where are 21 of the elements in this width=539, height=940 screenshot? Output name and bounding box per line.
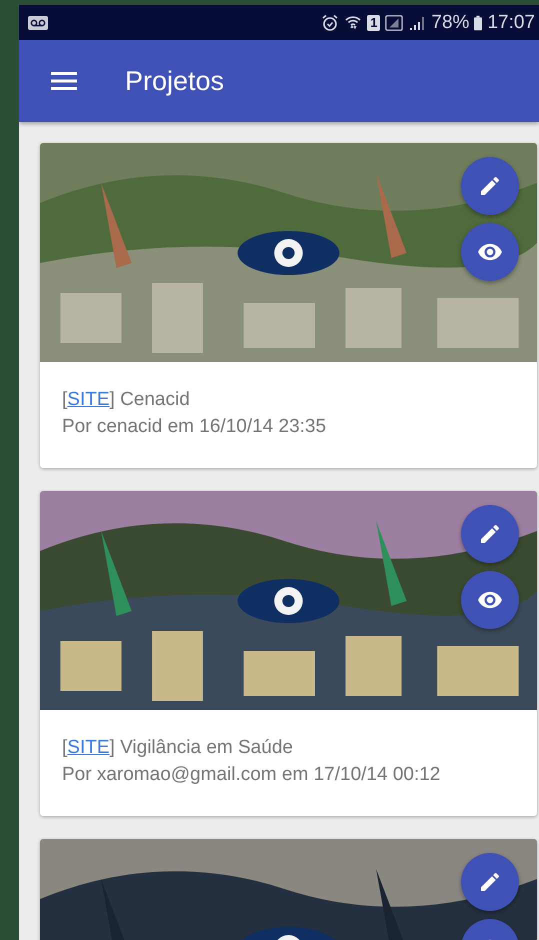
site-link[interactable]: SITE [67,737,110,758]
mobile-data-icon [385,14,404,32]
clock: 17:07 [487,12,535,34]
pencil-icon [478,522,502,546]
site-link[interactable]: SITE [67,389,110,410]
project-byline: Por xaromao@gmail.com em 17/10/14 00:12 [62,763,442,787]
battery-icon [474,14,482,32]
project-card[interactable]: [SITE] Cenacid Por cenacid em 16/10/14 23:35 [40,143,537,468]
project-title: [SITE] Cenacid [62,388,191,412]
alarm-icon [321,14,340,32]
pencil-icon [478,174,502,198]
wifi-icon [344,14,362,32]
project-card[interactable]: [SITE] Vigilância em Saúde Por xaromao@gmail.com em 17/10/14 00:12 [40,491,537,816]
project-title: [SITE] Vigilância em Saúde [62,736,294,760]
menu-icon[interactable] [51,72,77,90]
project-byline: Por cenacid em 16/10/14 23:35 [62,415,328,439]
voicemail-icon [28,16,48,30]
battery-percentage: 78% [431,12,470,34]
app-bar-title: Projetos [125,66,224,96]
pencil-icon [478,870,502,894]
sim-slot-icon: 1 [367,14,380,30]
